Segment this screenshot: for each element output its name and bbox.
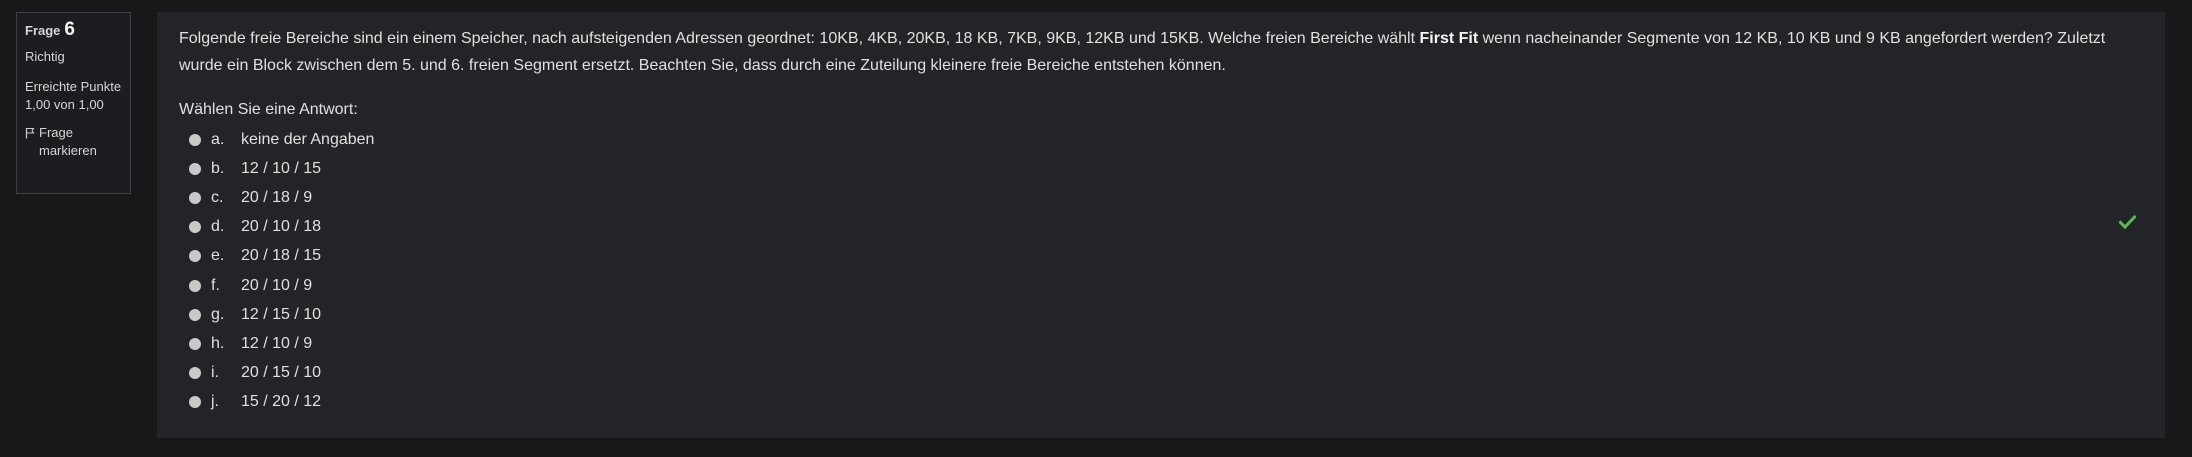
answer-option-a[interactable]: a. keine der Angaben: [179, 125, 2143, 154]
question-number: Frage 6: [25, 19, 122, 40]
answer-text: 12 / 10 / 15: [241, 159, 322, 177]
answer-option-g[interactable]: g. 12 / 15 / 10: [179, 300, 2143, 329]
answer-text: 20 / 18 / 15: [241, 247, 322, 265]
answer-option-c[interactable]: c. 20 / 18 / 9: [179, 183, 2143, 212]
answer-letter: i.: [211, 364, 219, 382]
question-label: Frage: [25, 23, 61, 38]
question-text-part1: Folgende freie Bereiche sind ein einem S…: [179, 30, 1420, 47]
answer-option-i[interactable]: i. 20 / 15 / 10: [179, 359, 2143, 388]
answer-letter: f.: [211, 276, 220, 294]
question-info: Frage 6 Richtig Erreichte Punkte 1,00 vo…: [16, 12, 131, 194]
answer-list: a. keine der Angaben b. 12 / 10 / 15 c. …: [179, 125, 2143, 417]
answer-letter: e.: [211, 247, 225, 265]
page: Frage 6 Richtig Erreichte Punkte 1,00 vo…: [0, 0, 2192, 457]
answer-option-b[interactable]: b. 12 / 10 / 15: [179, 154, 2143, 183]
answer-letter: j.: [211, 393, 219, 411]
answer-text: keine der Angaben: [241, 130, 375, 148]
flag-icon: [25, 124, 35, 139]
radio-button[interactable]: [189, 221, 201, 234]
radio-button[interactable]: [189, 250, 201, 263]
answer-option-j[interactable]: j. 15 / 20 / 12: [179, 388, 2143, 417]
question-text: Folgende freie Bereiche sind ein einem S…: [179, 25, 2149, 79]
question-grade: Erreichte Punkte 1,00 von 1,00: [25, 79, 122, 112]
radio-button[interactable]: [189, 337, 201, 350]
answer-letter: c.: [211, 188, 224, 206]
answer-option-h[interactable]: h. 12 / 10 / 9: [179, 329, 2143, 358]
answer-option-d[interactable]: d. 20 / 10 / 18: [179, 213, 2143, 242]
answer-text: 12 / 15 / 10: [241, 305, 322, 323]
radio-button[interactable]: [189, 162, 201, 175]
answer-letter: h.: [211, 334, 225, 352]
answer-text: 12 / 10 / 9: [241, 334, 313, 352]
answer-prompt: Wählen Sie eine Antwort:: [179, 101, 358, 118]
question-text-bold: First Fit: [1419, 30, 1479, 47]
answer-option-e[interactable]: e. 20 / 18 / 15: [179, 242, 2143, 271]
radio-button[interactable]: [189, 279, 201, 292]
answer-text: 20 / 15 / 10: [241, 364, 322, 382]
flag-question-label: Frage markieren: [39, 125, 97, 158]
answer-text: 20 / 18 / 9: [241, 188, 313, 206]
answer-letter: g.: [211, 305, 225, 323]
radio-button[interactable]: [189, 133, 201, 146]
check-icon: [2118, 214, 2137, 234]
answer-text: 20 / 10 / 18: [241, 218, 322, 236]
flag-question-link[interactable]: Frage markieren: [25, 124, 122, 160]
answer-option-f[interactable]: f. 20 / 10 / 9: [179, 271, 2143, 300]
radio-button[interactable]: [189, 367, 201, 380]
answer-letter: b.: [211, 159, 225, 177]
question-content: Folgende freie Bereiche sind ein einem S…: [157, 12, 2165, 438]
radio-button[interactable]: [189, 396, 201, 409]
radio-button[interactable]: [189, 308, 201, 321]
answer-text: 15 / 20 / 12: [241, 393, 322, 411]
radio-button[interactable]: [189, 191, 201, 204]
answer-letter: a.: [211, 130, 225, 148]
answer-text: 20 / 10 / 9: [241, 276, 313, 294]
answer-letter: d.: [211, 218, 225, 236]
question-state: Richtig: [25, 49, 65, 64]
question-number-value: 6: [64, 19, 75, 40]
